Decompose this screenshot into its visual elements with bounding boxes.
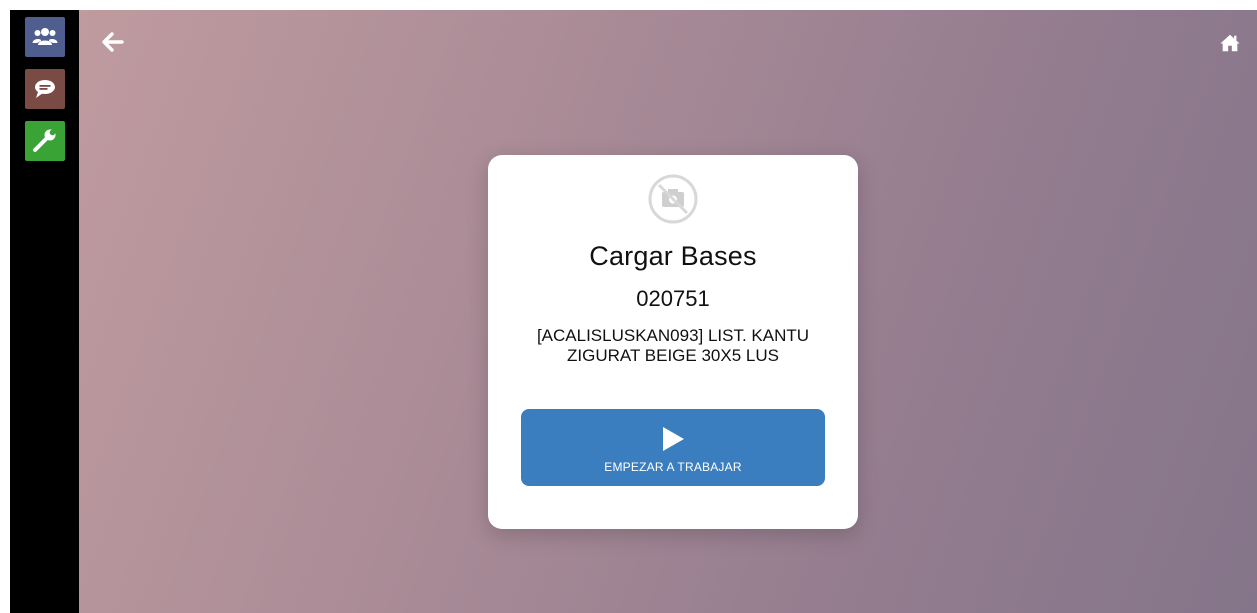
main-area: Cargar Bases 020751 [ACALISLUSKAN093] LI… <box>79 10 1257 613</box>
arrow-left-icon[interactable] <box>101 30 125 54</box>
users-icon <box>32 28 58 45</box>
card-code: 020751 <box>636 286 710 311</box>
app-frame: Cargar Bases 020751 [ACALISLUSKAN093] LI… <box>10 10 1257 613</box>
card-description: [ACALISLUSKAN093] LIST. KANTU ZIGURAT BE… <box>536 326 810 365</box>
start-work-button[interactable]: EMPEZAR A TRABAJAR <box>521 409 825 486</box>
chat-icon <box>35 80 55 98</box>
sidebar <box>10 10 79 613</box>
sidebar-item-tools[interactable] <box>25 121 65 161</box>
no-camera-icon <box>648 174 698 224</box>
home-icon[interactable] <box>1219 32 1241 54</box>
wrench-icon <box>33 129 56 152</box>
sidebar-item-users[interactable] <box>25 17 65 57</box>
play-icon <box>663 426 684 451</box>
card-title: Cargar Bases <box>589 241 757 271</box>
task-card: Cargar Bases 020751 [ACALISLUSKAN093] LI… <box>488 155 858 529</box>
start-work-label: EMPEZAR A TRABAJAR <box>604 459 742 474</box>
sidebar-item-chat[interactable] <box>25 69 65 109</box>
